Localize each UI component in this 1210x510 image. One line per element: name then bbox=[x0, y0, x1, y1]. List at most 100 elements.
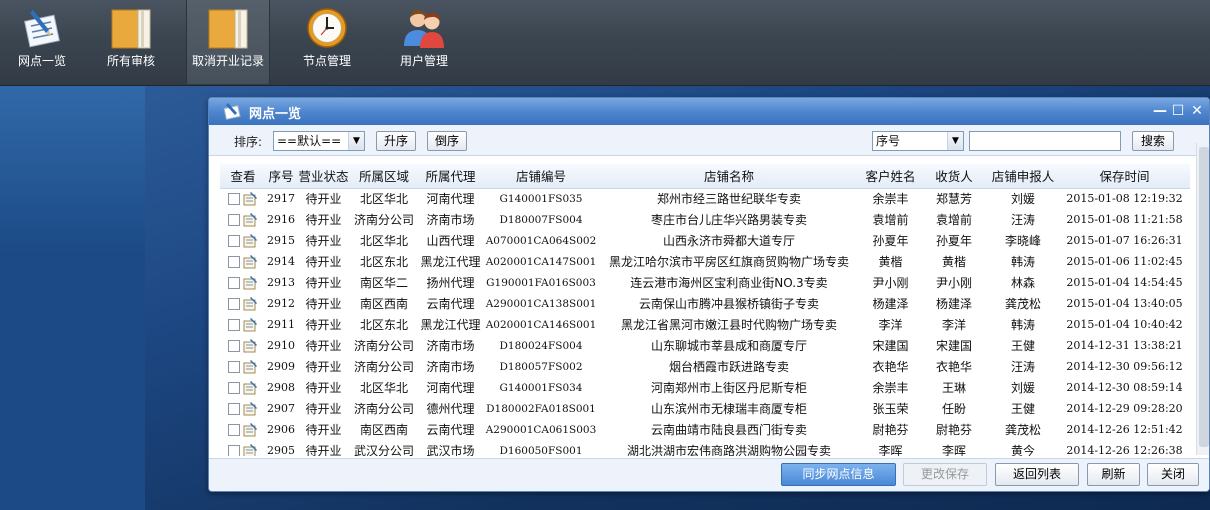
view-cell bbox=[220, 398, 266, 419]
table-row[interactable]: 2908 待开业 北区华北 河南代理 G140001FS034 河南郑州市上街区丹尼斯专柜… bbox=[220, 377, 1190, 398]
vertical-scrollbar[interactable] bbox=[1196, 143, 1209, 455]
cell-5: 山东滨州市无棣瑞丰商厦专柜 bbox=[650, 402, 807, 416]
cell-8: 汪涛 bbox=[1010, 213, 1035, 227]
view-cell bbox=[220, 230, 266, 251]
search-field-select[interactable]: 序号 ▼ bbox=[872, 131, 964, 151]
view-detail-icon[interactable] bbox=[243, 422, 258, 437]
back-to-list-button[interactable]: 返回列表 bbox=[995, 463, 1079, 486]
table-row[interactable]: 2914 待开业 北区东北 黑龙江代理 A020001CA147S001 黑龙江哈尔滨市平… bbox=[220, 251, 1190, 272]
view-detail-icon[interactable] bbox=[243, 192, 258, 206]
column-header[interactable]: 客户姓名 bbox=[860, 164, 921, 189]
row-checkbox[interactable] bbox=[228, 255, 240, 268]
column-header[interactable]: 序号 bbox=[266, 164, 296, 189]
table-row[interactable]: 2917 待开业 北区华北 河南代理 G140001FS035 郑州市经三路世纪联华专卖 余… bbox=[220, 188, 1190, 209]
row-checkbox[interactable] bbox=[228, 444, 240, 456]
cell-4: A020001CA147S001 bbox=[485, 255, 597, 268]
search-button[interactable]: 搜索 bbox=[1132, 131, 1174, 151]
view-cell bbox=[220, 335, 266, 356]
column-header[interactable]: 所属区域 bbox=[351, 164, 417, 189]
column-header[interactable]: 保存时间 bbox=[1059, 164, 1190, 189]
cell-5: 黑龙江哈尔滨市平房区红旗商贸购物广场专卖 bbox=[608, 255, 849, 269]
column-header[interactable]: 店铺编号 bbox=[484, 164, 598, 189]
save-changes-button[interactable]: 更改保存 bbox=[903, 463, 987, 486]
cell-9: 2014-12-30 08:59:14 bbox=[1066, 381, 1183, 394]
view-detail-icon[interactable] bbox=[243, 338, 258, 353]
toolbar-item-cancel-opening[interactable]: 取消开业记录 bbox=[186, 0, 270, 84]
row-checkbox[interactable] bbox=[228, 297, 240, 310]
toolbar-item-all-review[interactable]: 所有审核 bbox=[89, 0, 173, 84]
view-detail-icon[interactable] bbox=[243, 233, 258, 248]
table-row[interactable]: 2907 待开业 济南分公司 德州代理 D180002FA018S001 山东滨州市无棣瑞… bbox=[220, 398, 1190, 419]
table-row[interactable]: 2910 待开业 济南分公司 济南市场 D180024FS004 山东聊城市莘县成和商厦专… bbox=[220, 335, 1190, 356]
search-input[interactable] bbox=[969, 131, 1121, 151]
row-checkbox[interactable] bbox=[228, 234, 240, 247]
asc-button[interactable]: 升序 bbox=[376, 131, 416, 151]
window-titlebar[interactable]: 网点一览 — ☐ ✕ bbox=[209, 98, 1209, 125]
table-row[interactable]: 2906 待开业 南区西南 云南代理 A290001CA061S003 云南曲靖市陆良县西… bbox=[220, 419, 1190, 440]
row-checkbox[interactable] bbox=[228, 423, 240, 436]
toolbar-label: 节点管理 bbox=[302, 54, 351, 68]
table-row[interactable]: 2913 待开业 南区华二 扬州代理 G190001FA016S003 连云港市海州区宝利… bbox=[220, 272, 1190, 293]
view-detail-icon[interactable] bbox=[243, 359, 258, 374]
row-checkbox[interactable] bbox=[228, 360, 240, 373]
cell-4: A290001CA138S001 bbox=[485, 297, 597, 310]
table-row[interactable]: 2905 待开业 武汉分公司 武汉市场 D160050FS001 湖北洪湖市宏伟商路洪湖购… bbox=[220, 440, 1190, 456]
view-detail-icon[interactable] bbox=[243, 212, 258, 227]
view-detail-icon[interactable] bbox=[243, 443, 258, 456]
close-button[interactable]: ✕ bbox=[1188, 102, 1206, 120]
cell-8: 李晓峰 bbox=[1004, 234, 1041, 248]
view-detail-icon[interactable] bbox=[243, 275, 258, 290]
table-row[interactable]: 2911 待开业 北区东北 黑龙江代理 A020001CA146S001 黑龙江省黑河市嫩… bbox=[220, 314, 1190, 335]
row-checkbox[interactable] bbox=[228, 193, 240, 205]
cell-1: 待开业 bbox=[305, 339, 342, 353]
row-checkbox[interactable] bbox=[228, 339, 240, 352]
refresh-button[interactable]: 刷新 bbox=[1087, 463, 1140, 486]
row-checkbox[interactable] bbox=[228, 318, 240, 331]
row-checkbox[interactable] bbox=[228, 213, 240, 226]
column-header[interactable]: 收货人 bbox=[921, 164, 987, 189]
cell-3: 山西代理 bbox=[426, 234, 475, 248]
toolbar-item-site-list[interactable]: 网点一览 bbox=[0, 0, 84, 84]
cell-9: 2014-12-30 09:56:12 bbox=[1066, 360, 1183, 373]
cell-5: 云南保山市腾冲县猴桥镇街子专卖 bbox=[638, 297, 819, 311]
view-detail-icon[interactable] bbox=[243, 401, 258, 416]
column-header[interactable]: 营业状态 bbox=[296, 164, 351, 189]
cell-0: 2917 bbox=[267, 192, 295, 206]
row-checkbox[interactable] bbox=[228, 381, 240, 394]
cell-2: 济南分公司 bbox=[353, 402, 414, 416]
column-header[interactable]: 店铺申报人 bbox=[987, 164, 1059, 189]
table-row[interactable]: 2916 待开业 济南分公司 济南市场 D180007FS004 枣庄市台儿庄华兴路男装专… bbox=[220, 209, 1190, 230]
column-header[interactable]: 所属代理 bbox=[417, 164, 484, 189]
view-detail-icon[interactable] bbox=[243, 254, 258, 269]
row-checkbox[interactable] bbox=[228, 276, 240, 289]
table-row[interactable]: 2909 待开业 济南分公司 济南市场 D180057FS002 烟台栖霞市跃进路专卖 衣艳… bbox=[220, 356, 1190, 377]
cell-5: 连云港市海州区宝利商业街NO.3专卖 bbox=[630, 276, 828, 290]
desc-button[interactable]: 倒序 bbox=[427, 131, 467, 151]
cell-9: 2015-01-04 10:40:42 bbox=[1066, 318, 1183, 331]
view-cell bbox=[220, 293, 266, 314]
cell-6: 宋建国 bbox=[872, 339, 909, 353]
sync-site-button[interactable]: 同步网点信息 bbox=[781, 463, 896, 486]
table-row[interactable]: 2915 待开业 北区华北 山西代理 A070001CA064S002 山西永济市舜都大道… bbox=[220, 230, 1190, 251]
toolbar-item-node-manage[interactable]: 节点管理 bbox=[285, 0, 369, 84]
cell-5: 黑龙江省黑河市嫩江县时代购物广场专卖 bbox=[620, 318, 837, 332]
minimize-button[interactable]: — bbox=[1151, 102, 1169, 120]
table-body: 2917 待开业 北区华北 河南代理 G140001FS035 郑州市经三路世纪联华专卖余… bbox=[220, 188, 1190, 456]
view-detail-icon[interactable] bbox=[243, 296, 258, 311]
cell-0: 2916 bbox=[267, 213, 295, 226]
table-row[interactable]: 2912 待开业 南区西南 云南代理 A290001CA138S001 云南保山市腾冲县猴… bbox=[220, 293, 1190, 314]
toolbar-item-user-manage[interactable]: 用户管理 bbox=[382, 0, 466, 84]
view-detail-icon[interactable] bbox=[243, 380, 258, 395]
column-header[interactable]: 店铺名称 bbox=[598, 164, 860, 189]
cell-3: 云南代理 bbox=[426, 423, 475, 437]
maximize-button[interactable]: ☐ bbox=[1169, 102, 1187, 120]
cell-3: 云南代理 bbox=[426, 297, 475, 311]
row-checkbox[interactable] bbox=[228, 402, 240, 415]
close-window-button[interactable]: 关闭 bbox=[1147, 463, 1199, 486]
scrollbar-thumb[interactable] bbox=[1199, 147, 1209, 447]
column-header[interactable]: 查看 bbox=[220, 164, 266, 189]
cell-6: 黄楷 bbox=[878, 255, 903, 269]
cell-2: 北区华北 bbox=[359, 234, 408, 248]
sort-select[interactable]: ==默认== ▼ bbox=[273, 131, 365, 151]
view-detail-icon[interactable] bbox=[243, 317, 258, 332]
